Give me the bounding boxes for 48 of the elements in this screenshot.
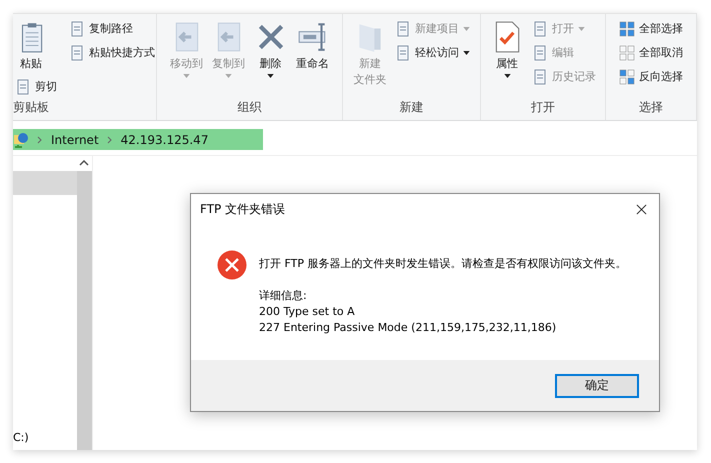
group-label: 打开 xyxy=(531,99,555,116)
dialog-title: FTP 文件夹错误 xyxy=(200,200,286,218)
caret-icon xyxy=(463,27,470,31)
document-icon xyxy=(69,45,85,61)
chevron-icon xyxy=(37,136,43,144)
caret-icon xyxy=(463,51,470,55)
ribbon-button[interactable]: 重命名 xyxy=(294,18,332,74)
network-icon xyxy=(13,132,29,148)
ribbon-button[interactable]: 删除 xyxy=(252,18,290,80)
group-label: 选择 xyxy=(639,99,663,116)
group-label: 组织 xyxy=(238,99,262,116)
ribbon-button[interactable]: 轻松访问 xyxy=(393,42,472,64)
caret-icon xyxy=(578,27,585,31)
caret-icon xyxy=(225,74,232,78)
document-icon xyxy=(395,45,411,61)
ribbon-button[interactable]: 反向选择 xyxy=(617,66,685,88)
grid-icon xyxy=(619,69,635,85)
document-icon xyxy=(532,69,548,85)
caret-icon xyxy=(183,74,190,78)
ok-button[interactable]: 确定 xyxy=(555,374,639,398)
close-icon[interactable] xyxy=(636,204,647,214)
document-icon xyxy=(532,21,548,37)
details-heading: 详细信息: xyxy=(259,288,308,304)
details-line: 227 Entering Passive Mode (211,159,175,232,11,186) xyxy=(259,320,558,336)
ribbon-button[interactable]: 粘贴快捷方式 xyxy=(67,42,157,64)
scroll-up-icon[interactable] xyxy=(79,160,89,166)
details-line: 200 Type set to A xyxy=(259,304,356,320)
ribbon-button[interactable]: 属性 xyxy=(488,18,526,80)
grid-icon xyxy=(619,45,635,61)
ribbon-button[interactable]: 全部取消 xyxy=(617,42,685,64)
error-icon xyxy=(217,250,247,280)
group-label: 剪贴板 xyxy=(13,99,49,116)
ribbon-button[interactable]: 复制路径 xyxy=(67,18,157,40)
document-icon xyxy=(395,21,411,37)
group-label: 新建 xyxy=(400,99,424,116)
ribbon-button[interactable]: 粘贴 xyxy=(13,18,59,74)
ribbon-button[interactable]: 全部选择 xyxy=(617,18,685,40)
ribbon-button[interactable]: 剪切 xyxy=(13,76,59,98)
address-bar[interactable]: Internet 42.193.125.47 xyxy=(13,129,430,150)
grid-icon xyxy=(619,21,635,37)
caret-icon xyxy=(267,74,274,78)
chevron-icon xyxy=(106,136,113,144)
drive-label[interactable]: C:) xyxy=(13,431,29,444)
document-icon xyxy=(532,45,548,61)
caret-icon xyxy=(504,74,510,78)
error-message: 打开 FTP 服务器上的文件夹时发生错误。请检查是否有权限访问该文件夹。 xyxy=(259,256,626,272)
breadcrumb[interactable]: 42.193.125.47 xyxy=(120,132,208,146)
breadcrumb[interactable]: Internet xyxy=(51,132,99,146)
